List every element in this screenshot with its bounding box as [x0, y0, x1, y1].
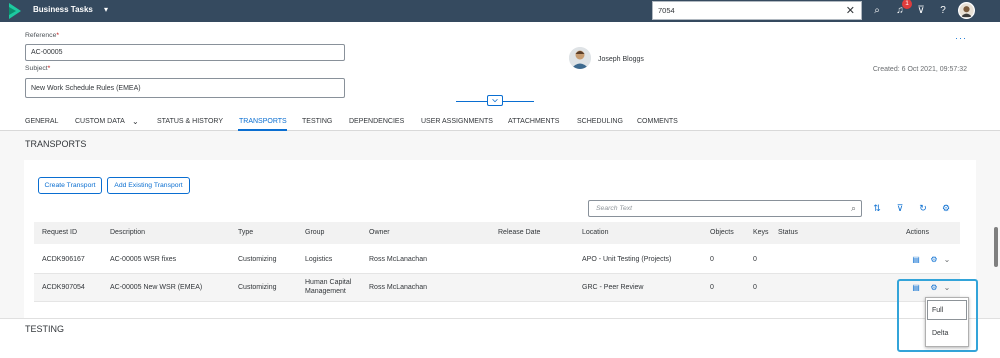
tab-status-history[interactable]: STATUS & HISTORY [157, 118, 223, 125]
col-owner[interactable]: Owner [369, 229, 390, 236]
owner-name[interactable]: Joseph Bloggs [598, 56, 644, 63]
collapse-header-button[interactable] [487, 95, 503, 106]
tab-comments[interactable]: COMMENTS [637, 118, 678, 125]
tab-scheduling[interactable]: SCHEDULING [577, 118, 623, 125]
tab-general[interactable]: GENERAL [25, 118, 58, 125]
col-location[interactable]: Location [582, 229, 608, 236]
chevron-down-icon[interactable]: ▾ [104, 5, 108, 14]
header-divider-right [503, 101, 534, 102]
testing-section-title: TESTING [25, 324, 65, 334]
created-timestamp: Created: 6 Oct 2021, 09:57:32 [872, 66, 967, 73]
clear-search-icon[interactable]: ✕ [846, 4, 855, 17]
create-transport-button[interactable]: Create Transport [38, 177, 102, 194]
cell-location: GRC - Peer Review [582, 284, 644, 291]
col-objects[interactable]: Objects [710, 229, 734, 236]
reference-value: AC-00005 [31, 49, 63, 56]
col-keys[interactable]: Keys [753, 229, 769, 236]
cell-keys: 0 [753, 256, 757, 263]
filter-icon[interactable]: ⊽ [894, 202, 906, 214]
cell-objects: 0 [710, 256, 714, 263]
cell-description: AC-00005 New WSR (EMEA) [110, 284, 203, 291]
cell-group-line2: Management [305, 288, 346, 295]
col-release-date[interactable]: Release Date [498, 229, 540, 236]
tab-bar: GENERAL CUSTOM DATA ⌄ STATUS & HISTORY T… [0, 114, 1000, 131]
app-logo-icon[interactable] [9, 3, 21, 19]
menu-item-full[interactable]: Full [932, 307, 943, 314]
table-row[interactable]: ACDK906167 AC-00005 WSR fixes Customizin… [34, 246, 960, 274]
transport-search-input[interactable]: Search Text ⌕ [588, 200, 862, 217]
cell-owner: Ross McLanachan [369, 256, 427, 263]
cell-owner: Ross McLanachan [369, 284, 427, 291]
more-options-icon[interactable]: ··· [955, 33, 967, 43]
transport-search-placeholder: Search Text [596, 205, 633, 212]
filter-icon[interactable]: ⊽ [914, 4, 928, 18]
tab-attachments[interactable]: ATTACHMENTS [508, 118, 559, 125]
cell-location: APO - Unit Testing (Projects) [582, 256, 672, 263]
cell-objects: 0 [710, 284, 714, 291]
owner-avatar [569, 47, 591, 69]
col-type[interactable]: Type [238, 229, 253, 236]
tab-custom-data[interactable]: CUSTOM DATA [75, 118, 125, 125]
col-group[interactable]: Group [305, 229, 324, 236]
app-title[interactable]: Business Tasks [33, 5, 93, 14]
reference-field[interactable]: AC-00005 [25, 44, 345, 61]
cell-group: Human Capital [305, 279, 352, 286]
search-icon[interactable]: ⌕ [870, 4, 884, 18]
subject-value: New Work Schedule Rules (EMEA) [31, 85, 141, 92]
user-avatar[interactable] [958, 2, 975, 19]
release-icon[interactable]: ⚙ [929, 255, 939, 265]
settings-icon[interactable]: ⚙ [940, 202, 952, 214]
chevron-down-icon[interactable]: ⌄ [132, 117, 139, 126]
cell-request-id: ACDK907054 [42, 284, 85, 291]
cell-keys: 0 [753, 284, 757, 291]
notification-badge: 1 [902, 0, 912, 9]
col-status[interactable]: Status [778, 229, 798, 236]
clipboard-icon[interactable]: ▤ [911, 255, 921, 265]
search-icon[interactable]: ⌕ [851, 203, 856, 214]
cell-group: Logistics [305, 256, 333, 263]
cell-description: AC-00005 WSR fixes [110, 256, 177, 263]
tab-transports[interactable]: TRANSPORTS [239, 118, 287, 125]
cell-type: Customizing [238, 256, 277, 263]
menu-item-delta[interactable]: Delta [932, 330, 948, 337]
vertical-scrollbar[interactable] [994, 227, 998, 267]
cell-type: Customizing [238, 284, 277, 291]
tab-user-assignments[interactable]: USER ASSIGNMENTS [421, 118, 493, 125]
col-description[interactable]: Description [110, 229, 145, 236]
help-icon[interactable]: ? [936, 4, 950, 18]
col-actions: Actions [906, 229, 929, 236]
col-request-id[interactable]: Request ID [42, 229, 77, 236]
cell-request-id: ACDK906167 [42, 256, 85, 263]
add-existing-transport-button[interactable]: Add Existing Transport [107, 177, 190, 194]
transports-section-title: TRANSPORTS [25, 139, 87, 149]
header-divider-left [456, 101, 487, 102]
tab-dependencies[interactable]: DEPENDENCIES [349, 118, 404, 125]
active-tab-indicator [238, 129, 287, 131]
tab-testing[interactable]: TESTING [302, 118, 332, 125]
global-search-value[interactable]: 7054 [658, 6, 675, 15]
table-row[interactable]: ACDK907054 AC-00005 New WSR (EMEA) Custo… [34, 274, 960, 302]
release-type-menu: Full Delta [925, 297, 969, 347]
chevron-down-icon[interactable]: ⌄ [942, 255, 952, 265]
testing-section [0, 318, 1000, 358]
global-search-input[interactable]: 7054 ✕ [652, 1, 862, 20]
subject-label: Subject* [25, 65, 51, 72]
table-header: Request ID Description Type Group Owner … [34, 222, 960, 244]
shell-bar: Business Tasks ▾ 7054 ✕ ⌕ ♫ 1 ⊽ ? [0, 0, 1000, 22]
refresh-icon[interactable]: ↻ [917, 202, 929, 214]
reference-label: Reference* [25, 32, 60, 39]
subject-field[interactable]: New Work Schedule Rules (EMEA) [25, 78, 345, 98]
sort-icon[interactable]: ⇅ [871, 202, 883, 214]
